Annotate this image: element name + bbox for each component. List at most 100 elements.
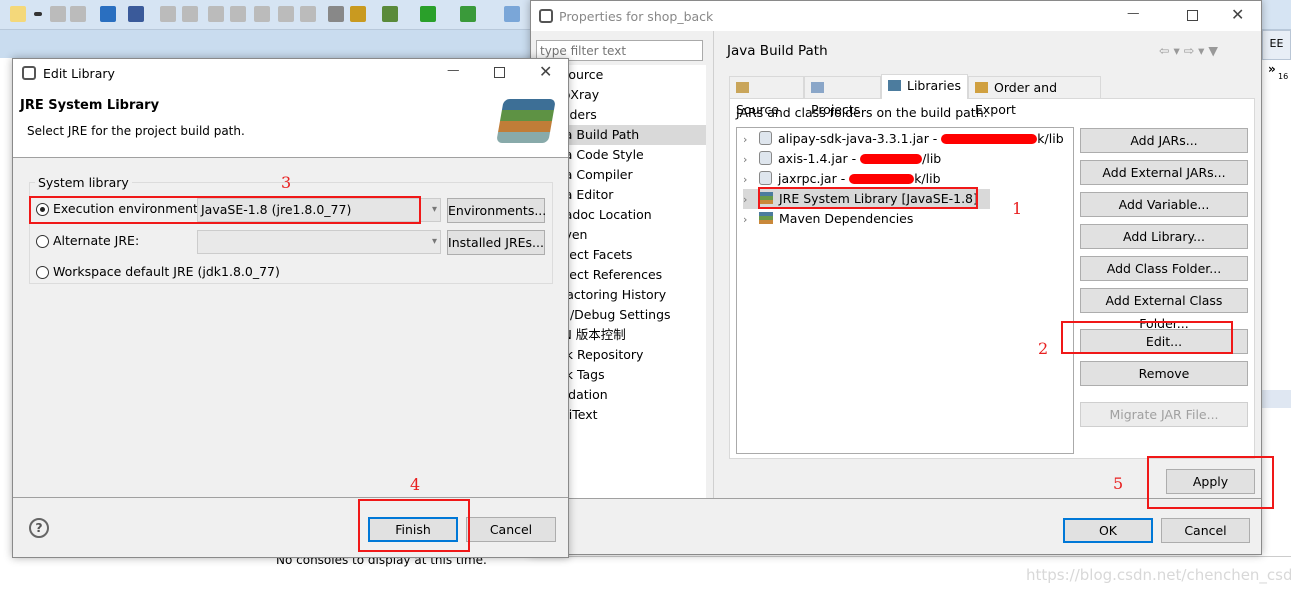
background-selection [1262,390,1291,408]
add-class-folder-button[interactable]: Add Class Folder... [1080,256,1248,281]
list-item[interactable]: › Maven Dependencies [743,209,913,229]
entry-label: alipay-sdk-java-3.3.1.jar - [778,131,942,146]
annotation-box-edit [1061,321,1233,354]
add-external-class-folder-button[interactable]: Add External Class Folder... [1080,288,1248,331]
chevron-right-icon[interactable]: › [743,170,759,190]
external-tools-icon[interactable] [350,6,366,22]
tab-projects[interactable]: Projects [804,76,881,117]
chevron-right-icon[interactable]: › [743,150,759,170]
header-description: Select JRE for the project build path. [27,124,245,138]
step-return-icon[interactable] [300,6,316,22]
open-perspective-icon[interactable] [504,6,520,22]
migrate-jar-file-button[interactable]: Migrate JAR File... [1080,402,1248,427]
list-item[interactable]: › jaxrpc.jar - k/lib [743,169,941,189]
edit-library-header: Edit Library — ✕ JRE System Library Sele… [13,59,568,157]
annotation-box-apply [1147,456,1274,509]
jar-icon [759,171,772,185]
step-into-icon[interactable] [254,6,270,22]
cancel-button[interactable]: Cancel [466,517,556,542]
new-wizard-icon[interactable] [10,6,26,22]
option-label: Workspace default JRE (jdk1.8.0_77) [53,264,280,279]
annotation-1: 1 [1012,199,1023,218]
properties-titlebar: Properties for shop_back — ✕ [531,1,1261,31]
debug-icon[interactable] [382,6,398,22]
jar-icon [759,151,772,165]
add-library-button[interactable]: Add Library... [1080,224,1248,249]
tab-source[interactable]: Source [729,76,804,117]
more-views-icon[interactable]: » [1268,62,1276,76]
redacted-mark [849,174,915,184]
maximize-button[interactable] [494,67,505,78]
environments-button[interactable]: Environments... [447,198,546,223]
jar-icon [759,131,772,145]
minimize-button[interactable]: — [1127,5,1140,20]
build-path-list[interactable]: › alipay-sdk-java-3.3.1.jar - k/lib › axis-… [736,127,1074,454]
tab-label: Libraries [907,78,961,93]
run-external-icon[interactable] [460,6,476,22]
watermark: https://blog.csdn.net/chenchen_csdn [1026,566,1291,584]
tab-libraries[interactable]: Libraries [881,74,968,99]
suspend-icon[interactable] [182,6,198,22]
save-icon[interactable] [50,6,66,22]
chevron-down-icon[interactable]: ▾ [432,199,437,221]
skip-breakpoints-icon[interactable] [128,6,144,22]
radio-button[interactable] [36,266,49,279]
chevron-right-icon[interactable]: › [743,130,759,150]
minimize-button[interactable]: — [447,62,460,77]
list-item[interactable]: › axis-1.4.jar - /lib [743,149,941,169]
step-over-icon[interactable] [278,6,294,22]
entry-label: Maven Dependencies [779,211,914,226]
eclipse-editor-area [0,30,530,58]
build-icon[interactable] [328,6,344,22]
library-banner-icon [496,99,556,143]
entry-path: /lib [922,151,942,166]
source-folder-icon [736,82,749,93]
annotation-2: 2 [1038,339,1049,358]
remove-button[interactable]: Remove [1080,361,1248,386]
ok-button[interactable]: OK [1063,518,1153,543]
terminate-icon[interactable] [208,6,224,22]
help-icon[interactable]: ? [29,518,49,538]
perspective-ee-button[interactable]: EE [1262,30,1291,60]
option-label: Alternate JRE: [53,233,140,248]
run-icon[interactable] [420,6,436,22]
close-button[interactable]: ✕ [539,62,552,81]
terminal-icon[interactable] [100,6,116,22]
close-button[interactable]: ✕ [1231,5,1244,24]
cancel-button[interactable]: Cancel [1161,518,1250,543]
folder-icon [811,82,824,93]
chevron-right-icon[interactable]: › [743,190,759,210]
library-icon [888,80,901,91]
nav-back-forward-icon[interactable]: ⇦ ▾ ⇨ ▾ ▼ [1159,43,1218,58]
entry-label: axis-1.4.jar - [778,151,861,166]
radio-button[interactable] [36,235,49,248]
tab-order-and-export[interactable]: Order and Export [968,76,1101,117]
dialog-title: Edit Library [43,66,115,81]
chevron-right-icon[interactable]: › [743,210,759,230]
save-all-icon[interactable] [70,6,86,22]
list-item[interactable]: › alipay-sdk-java-3.3.1.jar - k/lib [743,129,1064,149]
jre-select[interactable]: ▾ [197,230,441,254]
annotation-box-jre [758,187,978,209]
more-views-count: 16 [1278,72,1289,81]
add-jars-button[interactable]: Add JARs... [1080,128,1248,153]
disconnect-icon[interactable] [230,6,246,22]
redacted-mark [860,154,923,164]
header-title: JRE System Library [20,98,160,113]
eclipse-app-icon [22,66,36,80]
dropdown-icon[interactable] [34,12,42,16]
chevron-down-icon[interactable]: ▾ [432,231,437,253]
list-label: JARs and class folders on the build path… [736,105,988,120]
maximize-button[interactable] [1187,10,1198,21]
add-variable-button[interactable]: Add Variable... [1080,192,1248,217]
add-external-jars-button[interactable]: Add External JARs... [1080,160,1248,185]
resume-icon[interactable] [160,6,176,22]
redacted-mark [941,134,1038,144]
group-label: System library [35,175,132,190]
installed-jres-button[interactable]: Installed JREs... [447,230,545,255]
annotation-3: 3 [281,173,292,192]
library-icon [759,212,773,224]
page-title: Java Build Path [727,43,828,59]
sash[interactable] [713,31,714,498]
entry-label: jaxrpc.jar - [778,171,850,186]
